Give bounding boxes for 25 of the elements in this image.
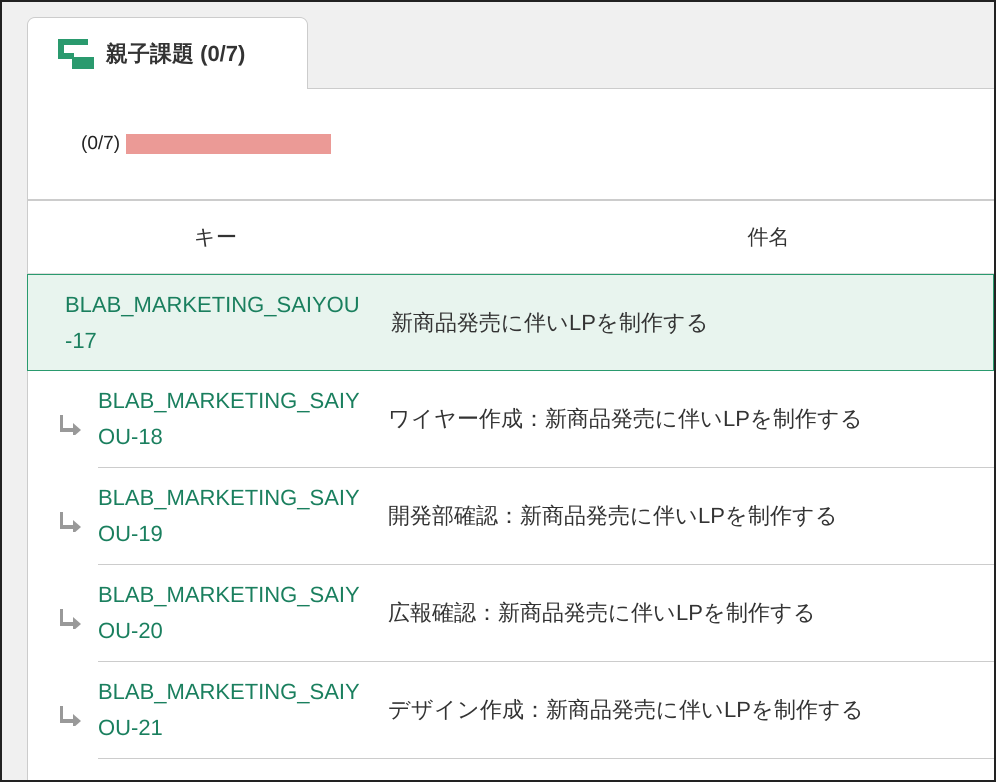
issue-subject: 広報確認：新商品発売に伴いLPを制作する xyxy=(388,599,816,627)
issue-key-link[interactable]: BLAB_MARKETING_SAIYOU-17 xyxy=(65,286,365,358)
child-issue-row[interactable]: BLAB_MARKETING_SAIYOU-18 ワイヤー作成：新商品発売に伴いLPを制作する xyxy=(98,371,994,468)
tab-label: 親子課題 (0/7) xyxy=(106,40,246,68)
issue-key-link[interactable]: BLAB_MARKETING_SAIYOU-18 xyxy=(98,383,360,455)
parent-child-icon xyxy=(58,38,94,68)
issue-key-link[interactable]: BLAB_MARKETING_SAIYOU-21 xyxy=(98,674,360,746)
parent-issue-row[interactable]: BLAB_MARKETING_SAIYOU-17 新商品発売に伴いLPを制作する xyxy=(27,274,994,371)
progress-reading: (0/7) xyxy=(81,133,120,155)
child-arrow-icon xyxy=(60,512,82,532)
child-arrow-icon xyxy=(60,609,82,629)
subtasks-tab[interactable]: 親子課題 (0/7) xyxy=(27,17,308,89)
issue-subject: デザイン作成：新商品発売に伴いLPを制作する xyxy=(388,696,864,724)
child-issue-row[interactable]: BLAB_MARKETING_SAIYOU-20 広報確認：新商品発売に伴いLPを制作する xyxy=(98,565,994,662)
child-issue-row[interactable]: BLAB_MARKETING_SAIYOU-21 デザイン作成：新商品発売に伴いLPを制作する xyxy=(98,662,994,759)
issue-subject: 開発部確認：新商品発売に伴いLPを制作する xyxy=(388,502,838,530)
child-issue-row[interactable]: BLAB_MARKETING_SAIYOU-19 開発部確認：新商品発売に伴いLPを制作する xyxy=(98,468,994,565)
child-arrow-icon xyxy=(60,415,82,435)
issue-subject: 新商品発売に伴いLPを制作する xyxy=(391,308,709,336)
column-header: キー xyxy=(193,225,238,251)
issue-subject: ワイヤー作成：新商品発売に伴いLPを制作する xyxy=(388,405,863,433)
issue-key-link[interactable]: BLAB_MARKETING_SAIYOU-19 xyxy=(98,480,360,552)
column-header: 件名 xyxy=(746,225,790,251)
issue-key-link[interactable]: BLAB_MARKETING_SAIYOU-20 xyxy=(98,577,360,649)
child-arrow-icon xyxy=(60,706,82,726)
